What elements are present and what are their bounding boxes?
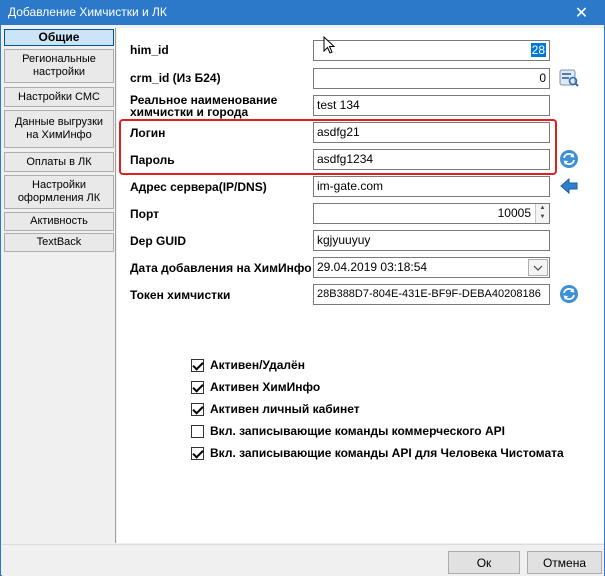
date-added-value: 29.04.2019 03:18:54 bbox=[317, 260, 428, 274]
checkbox-label: Активен ХимИнфо bbox=[210, 380, 321, 394]
server-label: Адрес сервера(IP/DNS) bbox=[130, 180, 267, 194]
window-title: Добавление Химчистки и ЛК bbox=[8, 5, 167, 19]
server-value: im-gate.com bbox=[317, 179, 384, 193]
checkbox-label: Активен личный кабинет bbox=[210, 402, 360, 416]
sidebar-item-sms[interactable]: Настройки СМС bbox=[4, 87, 114, 107]
real-name-value: test 134 bbox=[317, 98, 360, 112]
token-label: Токен химчистки bbox=[130, 288, 231, 302]
cancel-button[interactable]: Отмена bbox=[527, 551, 602, 574]
sidebar-item-label: Активность bbox=[30, 215, 88, 227]
sidebar-item-payments[interactable]: Оплаты в ЛК bbox=[4, 152, 114, 172]
sidebar-item-appearance[interactable]: Настройки оформления ЛК bbox=[4, 175, 114, 209]
login-value: asdfg21 bbox=[317, 125, 360, 139]
real-name-field[interactable]: test 134 bbox=[313, 95, 550, 116]
refresh-password-icon[interactable] bbox=[559, 149, 579, 169]
checkbox-label: Вкл. записывающие команды коммерческого … bbox=[210, 424, 505, 438]
checkbox-chistomat-api[interactable]: Вкл. записывающие команды API для Челове… bbox=[191, 445, 564, 461]
port-label: Порт bbox=[130, 207, 160, 221]
spin-down-icon[interactable]: ▼ bbox=[536, 213, 549, 222]
chevron-down-icon[interactable] bbox=[528, 259, 548, 276]
sidebar-item-label: Оплаты в ЛК bbox=[26, 155, 92, 168]
sidebar-item-label: Общие bbox=[38, 30, 80, 44]
checkbox-active-himinfo[interactable]: Активен ХимИнфо bbox=[191, 379, 320, 395]
date-added-label: Дата добавления на ХимИнфо bbox=[130, 261, 312, 275]
crm-lookup-icon[interactable] bbox=[559, 68, 579, 88]
crm-id-value: 0 bbox=[539, 71, 546, 85]
real-name-label: Реальное наименование химчистки и города bbox=[130, 93, 278, 119]
crm-id-label: crm_id (Из Б24) bbox=[130, 71, 221, 85]
sidebar-item-general[interactable]: Общие bbox=[4, 29, 114, 46]
dep-guid-label: Dep GUID bbox=[130, 234, 187, 248]
sidebar-item-label: TextBack bbox=[36, 236, 82, 248]
mouse-cursor-icon bbox=[323, 35, 336, 57]
token-field[interactable]: 28B388D7-804E-431E-BF9F-DEBA40208186 bbox=[313, 284, 550, 305]
sidebar-item-textback[interactable]: TextBack bbox=[4, 233, 114, 252]
dep-guid-value: kgjyuuyuy bbox=[317, 233, 371, 247]
password-field[interactable]: asdfg1234 bbox=[313, 149, 550, 170]
arrow-left-icon[interactable] bbox=[559, 176, 579, 196]
checkbox-box[interactable] bbox=[191, 424, 204, 438]
password-value: asdfg1234 bbox=[317, 152, 374, 166]
port-spin: ▲ ▼ bbox=[535, 204, 549, 223]
title-bar[interactable]: Добавление Химчистки и ЛК ✕ bbox=[1, 1, 604, 25]
him-id-value: 28 bbox=[530, 43, 546, 57]
sidebar: Общие Региональные настройки Настройки С… bbox=[2, 28, 116, 543]
sidebar-item-label: Настройки СМС bbox=[18, 90, 100, 103]
sidebar-item-label: Региональные настройки bbox=[22, 53, 96, 78]
dialog-window: Добавление Химчистки и ЛК ✕ Общие Регион… bbox=[0, 0, 605, 576]
checkbox-label: Вкл. записывающие команды API для Челове… bbox=[210, 446, 564, 460]
sidebar-item-label: Настройки оформления ЛК bbox=[17, 179, 101, 204]
token-value: 28B388D7-804E-431E-BF9F-DEBA40208186 bbox=[317, 288, 541, 300]
port-value: 10005 bbox=[497, 206, 531, 220]
login-field[interactable]: asdfg21 bbox=[313, 122, 550, 143]
checkbox-box[interactable] bbox=[191, 402, 204, 416]
checkbox-active-deleted[interactable]: Активен/Удалён bbox=[191, 357, 305, 373]
checkbox-active-cabinet[interactable]: Активен личный кабинет bbox=[191, 401, 360, 417]
login-label: Логин bbox=[130, 126, 166, 140]
sidebar-item-label: Данные выгрузки на ХимИнфо bbox=[14, 116, 104, 141]
sidebar-item-export[interactable]: Данные выгрузки на ХимИнфо bbox=[4, 110, 114, 148]
crm-id-field[interactable]: 0 bbox=[313, 68, 550, 89]
ok-button[interactable]: Ок bbox=[448, 551, 520, 574]
sidebar-item-activity[interactable]: Активность bbox=[4, 212, 114, 231]
password-label: Пароль bbox=[130, 153, 175, 167]
general-panel: him_id 28 crm_id (Из Б24) 0 Реальное наи… bbox=[117, 28, 604, 543]
checkbox-box[interactable] bbox=[191, 446, 204, 460]
server-field[interactable]: im-gate.com bbox=[313, 176, 550, 197]
checkbox-box[interactable] bbox=[191, 380, 204, 394]
refresh-token-icon[interactable] bbox=[559, 284, 579, 304]
sidebar-item-regional[interactable]: Региональные настройки bbox=[4, 49, 114, 83]
checkbox-commercial-api[interactable]: Вкл. записывающие команды коммерческого … bbox=[191, 423, 505, 439]
him-id-label: him_id bbox=[130, 43, 169, 57]
port-stepper[interactable]: 10005 ▲ ▼ bbox=[313, 203, 550, 224]
checkbox-label: Активен/Удалён bbox=[210, 358, 305, 372]
dep-guid-field[interactable]: kgjyuuyuy bbox=[313, 230, 550, 251]
close-icon[interactable]: ✕ bbox=[559, 1, 604, 25]
date-added-picker[interactable]: 29.04.2019 03:18:54 bbox=[313, 257, 550, 278]
dialog-footer: Ок Отмена bbox=[2, 544, 604, 576]
checkbox-box[interactable] bbox=[191, 358, 204, 372]
him-id-field[interactable]: 28 bbox=[313, 40, 550, 61]
